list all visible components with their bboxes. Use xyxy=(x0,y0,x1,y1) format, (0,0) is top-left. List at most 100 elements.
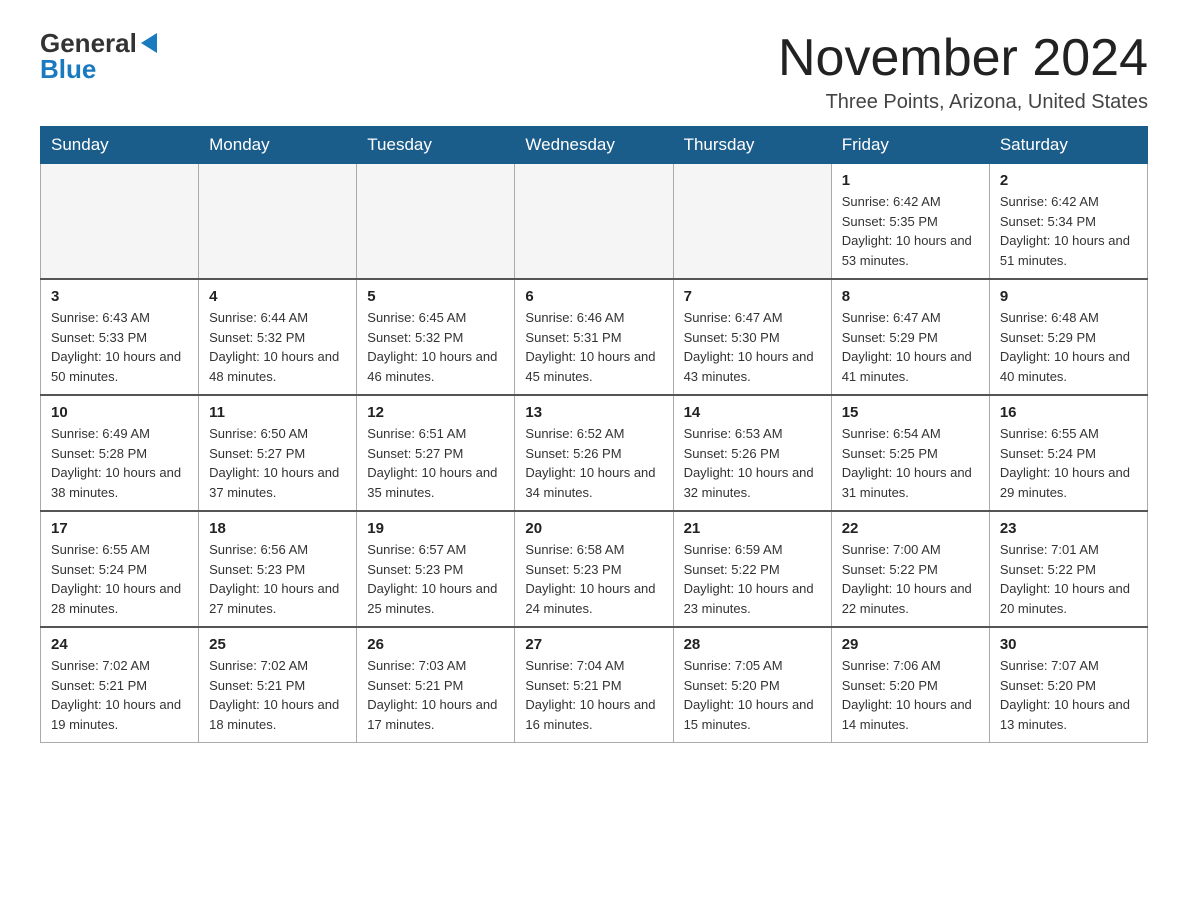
weekday-header-friday: Friday xyxy=(831,127,989,164)
day-info: Sunrise: 6:49 AM Sunset: 5:28 PM Dayligh… xyxy=(51,424,188,502)
day-info: Sunrise: 6:52 AM Sunset: 5:26 PM Dayligh… xyxy=(525,424,662,502)
day-info: Sunrise: 6:46 AM Sunset: 5:31 PM Dayligh… xyxy=(525,308,662,386)
calendar-cell: 5 Sunrise: 6:45 AM Sunset: 5:32 PM Daylig… xyxy=(357,279,515,395)
calendar-cell: 2 Sunrise: 6:42 AM Sunset: 5:34 PM Daylig… xyxy=(989,164,1147,280)
day-number: 17 xyxy=(51,520,188,537)
day-info: Sunrise: 6:42 AM Sunset: 5:34 PM Dayligh… xyxy=(1000,192,1137,270)
title-block: November 2024 Three Points, Arizona, Uni… xyxy=(778,30,1148,114)
day-number: 8 xyxy=(842,288,979,305)
day-number: 3 xyxy=(51,288,188,305)
calendar-cell: 9 Sunrise: 6:48 AM Sunset: 5:29 PM Daylig… xyxy=(989,279,1147,395)
calendar-cell xyxy=(673,164,831,280)
calendar-cell: 4 Sunrise: 6:44 AM Sunset: 5:32 PM Daylig… xyxy=(199,279,357,395)
calendar-cell: 20 Sunrise: 6:58 AM Sunset: 5:23 PM Dayli… xyxy=(515,511,673,627)
day-number: 2 xyxy=(1000,172,1137,189)
weekday-header-sunday: Sunday xyxy=(41,127,199,164)
logo-general-text: General xyxy=(40,30,137,56)
day-number: 23 xyxy=(1000,520,1137,537)
day-number: 25 xyxy=(209,636,346,653)
calendar-cell: 18Sunrise: 6:56 AM Sunset: 5:23 PM Dayli… xyxy=(199,511,357,627)
day-info: Sunrise: 6:50 AM Sunset: 5:27 PM Dayligh… xyxy=(209,424,346,502)
day-number: 14 xyxy=(684,404,821,421)
day-info: Sunrise: 7:01 AM Sunset: 5:22 PM Dayligh… xyxy=(1000,540,1137,618)
calendar-cell: 19Sunrise: 6:57 AM Sunset: 5:23 PM Dayli… xyxy=(357,511,515,627)
day-info: Sunrise: 7:00 AM Sunset: 5:22 PM Dayligh… xyxy=(842,540,979,618)
day-info: Sunrise: 6:58 AM Sunset: 5:23 PM Dayligh… xyxy=(525,540,662,618)
day-number: 29 xyxy=(842,636,979,653)
weekday-header-wednesday: Wednesday xyxy=(515,127,673,164)
day-number: 27 xyxy=(525,636,662,653)
calendar-table: SundayMondayTuesdayWednesdayThursdayFrid… xyxy=(40,126,1148,743)
day-number: 26 xyxy=(367,636,504,653)
day-info: Sunrise: 6:47 AM Sunset: 5:29 PM Dayligh… xyxy=(842,308,979,386)
calendar-cell: 8 Sunrise: 6:47 AM Sunset: 5:29 PM Daylig… xyxy=(831,279,989,395)
day-number: 9 xyxy=(1000,288,1137,305)
calendar-week-row: 1 Sunrise: 6:42 AM Sunset: 5:35 PM Daylig… xyxy=(41,164,1148,280)
day-number: 24 xyxy=(51,636,188,653)
day-info: Sunrise: 6:44 AM Sunset: 5:32 PM Dayligh… xyxy=(209,308,346,386)
logo-triangle-icon xyxy=(141,33,157,53)
calendar-cell: 30 Sunrise: 7:07 AM Sunset: 5:20 PM Dayli… xyxy=(989,627,1147,743)
calendar-week-row: 17 Sunrise: 6:55 AM Sunset: 5:24 PM Dayli… xyxy=(41,511,1148,627)
day-info: Sunrise: 6:48 AM Sunset: 5:29 PM Dayligh… xyxy=(1000,308,1137,386)
page-header: General Blue November 2024 Three Points,… xyxy=(40,30,1148,114)
day-number: 22 xyxy=(842,520,979,537)
calendar-cell xyxy=(199,164,357,280)
day-info: Sunrise: 7:07 AM Sunset: 5:20 PM Dayligh… xyxy=(1000,656,1137,734)
day-number: 4 xyxy=(209,288,346,305)
calendar-header-row: SundayMondayTuesdayWednesdayThursdayFrid… xyxy=(41,127,1148,164)
day-number: 19 xyxy=(367,520,504,537)
day-number: 15 xyxy=(842,404,979,421)
calendar-cell: 13 Sunrise: 6:52 AM Sunset: 5:26 PM Dayli… xyxy=(515,395,673,511)
calendar-cell: 12 Sunrise: 6:51 AM Sunset: 5:27 PM Dayli… xyxy=(357,395,515,511)
calendar-week-row: 24 Sunrise: 7:02 AM Sunset: 5:21 PM Dayli… xyxy=(41,627,1148,743)
calendar-subtitle: Three Points, Arizona, United States xyxy=(778,91,1148,114)
weekday-header-monday: Monday xyxy=(199,127,357,164)
day-info: Sunrise: 7:02 AM Sunset: 5:21 PM Dayligh… xyxy=(51,656,188,734)
calendar-cell: 1 Sunrise: 6:42 AM Sunset: 5:35 PM Daylig… xyxy=(831,164,989,280)
day-number: 1 xyxy=(842,172,979,189)
day-number: 6 xyxy=(525,288,662,305)
calendar-week-row: 10Sunrise: 6:49 AM Sunset: 5:28 PM Dayli… xyxy=(41,395,1148,511)
calendar-week-row: 3 Sunrise: 6:43 AM Sunset: 5:33 PM Daylig… xyxy=(41,279,1148,395)
day-info: Sunrise: 6:55 AM Sunset: 5:24 PM Dayligh… xyxy=(51,540,188,618)
calendar-cell: 17 Sunrise: 6:55 AM Sunset: 5:24 PM Dayli… xyxy=(41,511,199,627)
calendar-cell: 11 Sunrise: 6:50 AM Sunset: 5:27 PM Dayli… xyxy=(199,395,357,511)
calendar-title: November 2024 xyxy=(778,30,1148,87)
day-info: Sunrise: 6:56 AM Sunset: 5:23 PM Dayligh… xyxy=(209,540,346,618)
day-number: 12 xyxy=(367,404,504,421)
calendar-cell: 22 Sunrise: 7:00 AM Sunset: 5:22 PM Dayli… xyxy=(831,511,989,627)
day-info: Sunrise: 6:43 AM Sunset: 5:33 PM Dayligh… xyxy=(51,308,188,386)
calendar-cell: 16Sunrise: 6:55 AM Sunset: 5:24 PM Dayli… xyxy=(989,395,1147,511)
calendar-cell: 24 Sunrise: 7:02 AM Sunset: 5:21 PM Dayli… xyxy=(41,627,199,743)
weekday-header-tuesday: Tuesday xyxy=(357,127,515,164)
day-info: Sunrise: 6:53 AM Sunset: 5:26 PM Dayligh… xyxy=(684,424,821,502)
day-number: 20 xyxy=(525,520,662,537)
calendar-cell: 15Sunrise: 6:54 AM Sunset: 5:25 PM Dayli… xyxy=(831,395,989,511)
day-info: Sunrise: 7:03 AM Sunset: 5:21 PM Dayligh… xyxy=(367,656,504,734)
day-number: 11 xyxy=(209,404,346,421)
day-number: 7 xyxy=(684,288,821,305)
day-number: 16 xyxy=(1000,404,1137,421)
logo: General Blue xyxy=(40,30,159,82)
weekday-header-thursday: Thursday xyxy=(673,127,831,164)
calendar-cell: 29 Sunrise: 7:06 AM Sunset: 5:20 PM Dayli… xyxy=(831,627,989,743)
logo-blue-text: Blue xyxy=(40,56,96,82)
day-info: Sunrise: 6:47 AM Sunset: 5:30 PM Dayligh… xyxy=(684,308,821,386)
calendar-cell: 3 Sunrise: 6:43 AM Sunset: 5:33 PM Daylig… xyxy=(41,279,199,395)
day-number: 28 xyxy=(684,636,821,653)
day-number: 21 xyxy=(684,520,821,537)
day-number: 5 xyxy=(367,288,504,305)
day-number: 30 xyxy=(1000,636,1137,653)
day-info: Sunrise: 6:42 AM Sunset: 5:35 PM Dayligh… xyxy=(842,192,979,270)
day-info: Sunrise: 7:04 AM Sunset: 5:21 PM Dayligh… xyxy=(525,656,662,734)
day-info: Sunrise: 7:06 AM Sunset: 5:20 PM Dayligh… xyxy=(842,656,979,734)
day-number: 13 xyxy=(525,404,662,421)
day-info: Sunrise: 6:51 AM Sunset: 5:27 PM Dayligh… xyxy=(367,424,504,502)
day-info: Sunrise: 7:05 AM Sunset: 5:20 PM Dayligh… xyxy=(684,656,821,734)
day-info: Sunrise: 6:45 AM Sunset: 5:32 PM Dayligh… xyxy=(367,308,504,386)
calendar-cell xyxy=(41,164,199,280)
calendar-cell: 6 Sunrise: 6:46 AM Sunset: 5:31 PM Daylig… xyxy=(515,279,673,395)
calendar-cell: 28 Sunrise: 7:05 AM Sunset: 5:20 PM Dayli… xyxy=(673,627,831,743)
calendar-cell xyxy=(515,164,673,280)
